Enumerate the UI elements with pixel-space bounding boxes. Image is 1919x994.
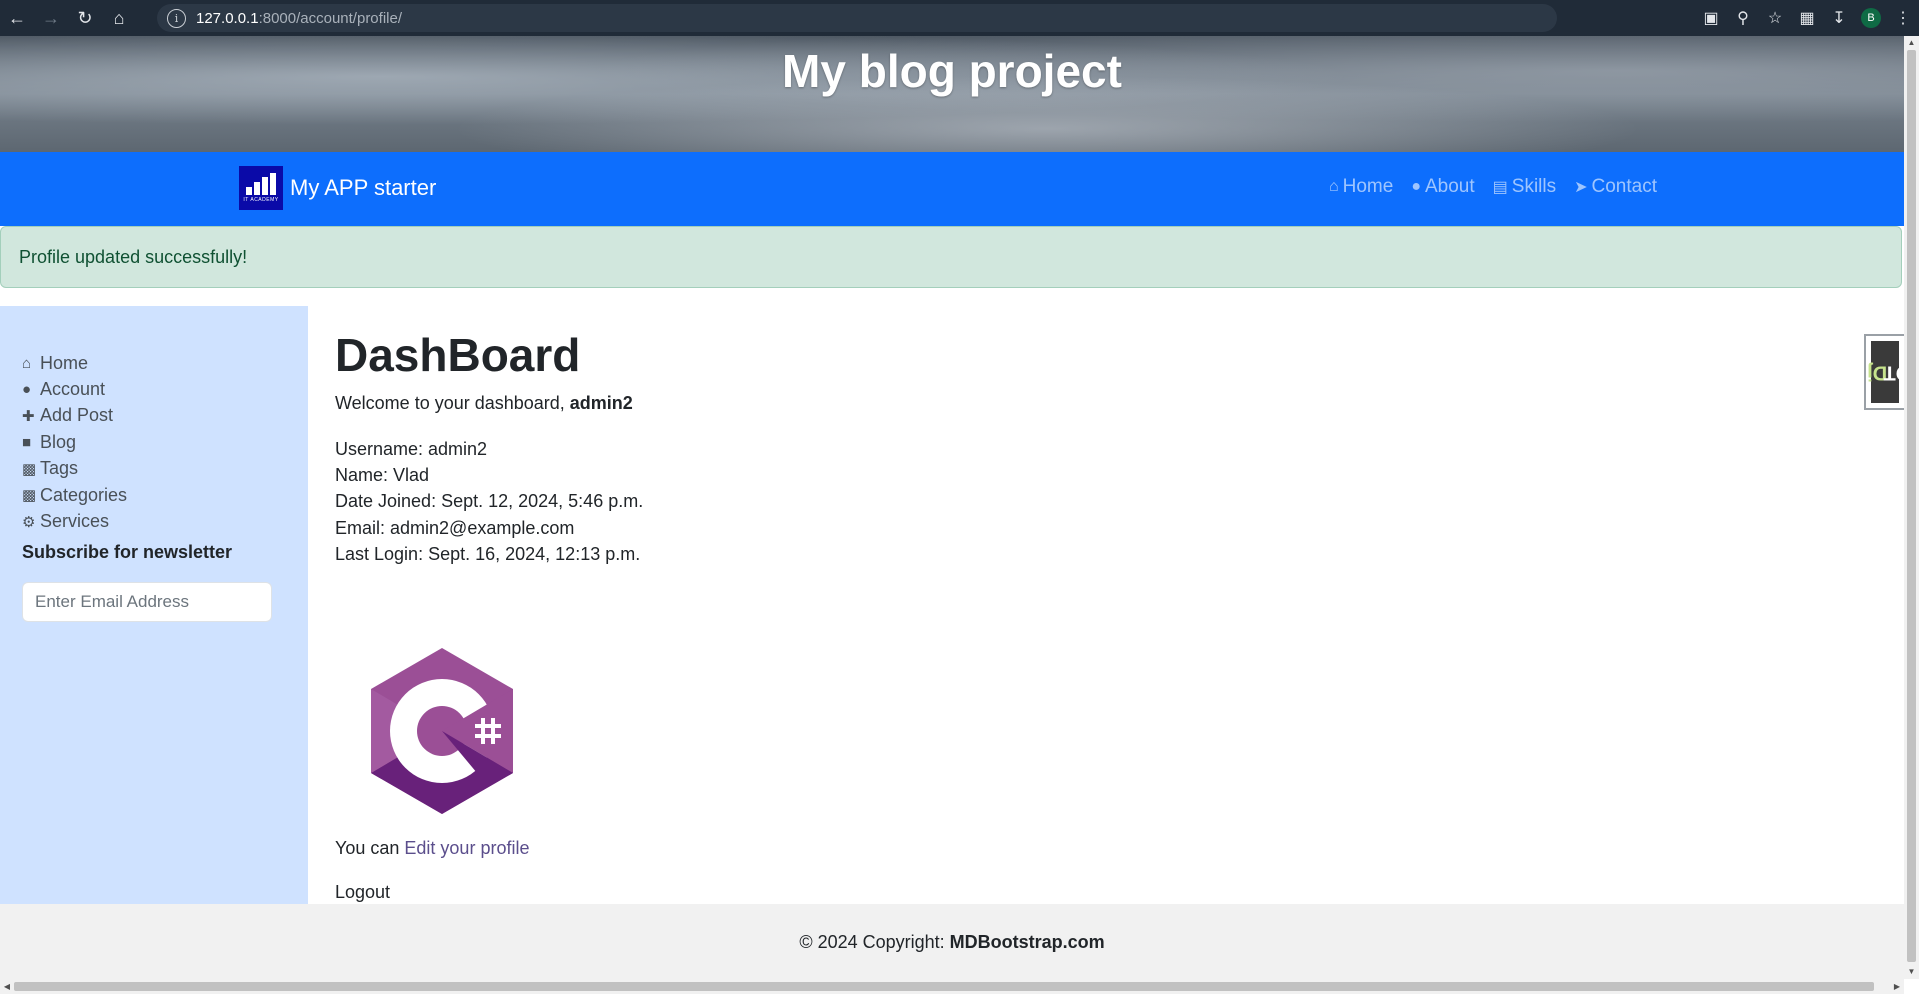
- django-debug-toolbar-handle[interactable]: DjDT: [1864, 334, 1904, 410]
- url-host: 127.0.0.1: [196, 9, 259, 27]
- extensions-icon[interactable]: ▦: [1791, 0, 1823, 36]
- web-page: My blog project IT ACADEMY My APP starte…: [0, 36, 1904, 979]
- scroll-right-arrow-icon[interactable]: ▶: [1890, 979, 1904, 994]
- book-icon: ▤: [1492, 179, 1508, 196]
- info-last-login: Last Login: Sept. 16, 2024, 12:13 p.m.: [335, 543, 641, 564]
- djdt-label-dt: DT: [1883, 361, 1904, 384]
- info-email: Email: admin2@example.com: [335, 517, 575, 538]
- edit-profile-link[interactable]: Edit your profile: [404, 838, 529, 858]
- welcome-username: admin2: [569, 393, 633, 413]
- kebab-menu-icon[interactable]: ⋮: [1887, 0, 1919, 36]
- scroll-left-arrow-icon[interactable]: ◀: [0, 979, 14, 994]
- horizontal-scroll-thumb[interactable]: [14, 982, 1874, 991]
- edit-profile-line: You can Edit your profile: [335, 838, 529, 859]
- sidebar-item-categories[interactable]: ▩ Categories: [22, 482, 127, 508]
- scroll-up-arrow-icon[interactable]: ▲: [1904, 36, 1919, 50]
- info-name: Name: Vlad: [335, 465, 430, 486]
- nav-link-label: Skills: [1511, 176, 1557, 197]
- briefcase-icon: ▩: [22, 487, 37, 505]
- top-navbar: IT ACADEMY My APP starter ⌂ Home ● About…: [0, 152, 1904, 226]
- welcome-prefix: Welcome to your dashboard,: [335, 393, 570, 413]
- address-bar[interactable]: i 127.0.0.1:8000/account/profile/: [157, 4, 1557, 32]
- sidebar: ⌂ Home ● Account ✚ Add Post ■ Blog ▩ Tags ▩ Ca…: [0, 306, 308, 906]
- translate-icon[interactable]: ▣: [1695, 0, 1727, 36]
- sidebar-item-account[interactable]: ● Account: [22, 376, 127, 402]
- profile-avatar[interactable]: B: [1861, 8, 1881, 28]
- home-icon: ⌂: [1328, 178, 1339, 195]
- nav-link-label: Contact: [1591, 176, 1657, 197]
- sidebar-item-services[interactable]: ⚙ Services: [22, 508, 127, 534]
- logout-link[interactable]: Logout: [335, 882, 390, 903]
- info-date-joined: Date Joined: Sept. 12, 2024, 5:46 p.m.: [335, 491, 644, 512]
- alert-message: Profile updated successfully!: [19, 247, 248, 267]
- browser-toolbar: ← → ↻ ⌂ i 127.0.0.1:8000/account/profile…: [0, 0, 1919, 36]
- briefcase-icon: ▩: [22, 460, 37, 478]
- brand-name: My APP starter: [290, 175, 437, 200]
- nav-link-home[interactable]: ⌂ Home: [1329, 176, 1393, 198]
- download-icon[interactable]: ↧: [1823, 0, 1855, 36]
- info-username: Username: admin2: [335, 439, 488, 459]
- copyright-brand[interactable]: MDBootstrap.com: [950, 932, 1105, 952]
- bookmark-star-icon[interactable]: ☆: [1759, 0, 1791, 36]
- nav-link-label: Home: [1342, 176, 1394, 197]
- djdt-logo: DjDT: [1867, 341, 1904, 403]
- hero-banner: My blog project: [0, 36, 1904, 152]
- sidebar-item-blog[interactable]: ■ Blog: [22, 429, 127, 455]
- vertical-scroll-thumb[interactable]: [1907, 50, 1916, 962]
- sidebar-item-label: Home: [40, 352, 89, 373]
- nav-link-about[interactable]: ● About: [1411, 176, 1474, 198]
- logo-caption: IT ACADEMY: [243, 197, 279, 203]
- sidebar-item-label: Categories: [40, 484, 128, 505]
- nav-link-skills[interactable]: ▤ Skills: [1493, 176, 1556, 198]
- sticky-note-icon: ■: [22, 433, 32, 451]
- sidebar-item-tags[interactable]: ▩ Tags: [22, 456, 127, 482]
- page-title: DashBoard: [335, 329, 581, 381]
- nav-links: ⌂ Home ● About ▤ Skills ➤ Contact: [1329, 176, 1657, 198]
- navbar-brand[interactable]: IT ACADEMY My APP starter: [239, 166, 436, 210]
- success-alert: Profile updated successfully!: [0, 226, 1902, 288]
- reload-icon[interactable]: ↻: [68, 0, 102, 36]
- hero-title: My blog project: [782, 45, 1122, 97]
- site-info-icon[interactable]: i: [167, 8, 186, 28]
- copyright-text: © 2024 Copyright: MDBootstrap.com: [0, 932, 1904, 953]
- footer: © 2024 Copyright: MDBootstrap.com: [0, 904, 1904, 979]
- sidebar-item-label: Account: [40, 379, 106, 400]
- brand-logo: IT ACADEMY: [239, 166, 283, 210]
- welcome-text: Welcome to your dashboard, admin2: [335, 393, 633, 414]
- user-icon: ●: [22, 381, 32, 399]
- bar-chart-icon: [246, 173, 276, 195]
- gears-icon: ⚙: [22, 513, 36, 531]
- nav-link-contact[interactable]: ➤ Contact: [1574, 176, 1657, 198]
- paper-plane-icon: ➤: [1574, 179, 1588, 196]
- newsletter-email-input[interactable]: [22, 582, 272, 622]
- zoom-icon[interactable]: ⚲: [1727, 0, 1759, 36]
- edit-prefix: You can: [335, 838, 405, 858]
- sidebar-item-label: Add Post: [40, 405, 114, 426]
- user-icon: ●: [1411, 178, 1421, 195]
- home-icon: ⌂: [22, 354, 32, 372]
- nav-link-label: About: [1424, 176, 1475, 197]
- sidebar-item-add-post[interactable]: ✚ Add Post: [22, 403, 127, 429]
- vertical-scrollbar[interactable]: ▲ ▼: [1904, 36, 1919, 979]
- url-path: :8000/account/profile/: [258, 9, 402, 27]
- sidebar-menu: ⌂ Home ● Account ✚ Add Post ■ Blog ▩ Tags ▩ Ca…: [22, 350, 127, 535]
- newsletter-title: Subscribe for newsletter: [22, 542, 233, 562]
- scroll-down-arrow-icon[interactable]: ▼: [1904, 965, 1919, 979]
- home-icon[interactable]: ⌂: [102, 0, 136, 36]
- back-arrow-icon[interactable]: ←: [0, 0, 34, 36]
- profile-avatar-image: [367, 646, 517, 816]
- sidebar-item-label: Services: [40, 511, 110, 532]
- copyright-prefix: © 2024 Copyright:: [799, 932, 950, 952]
- profile-info: Username: admin2 Name: Vlad Date Joined:…: [335, 436, 643, 567]
- sidebar-item-home[interactable]: ⌂ Home: [22, 350, 127, 376]
- plus-icon: ✚: [22, 407, 35, 425]
- forward-arrow-icon[interactable]: →: [34, 0, 68, 36]
- sidebar-item-label: Blog: [40, 431, 77, 452]
- sidebar-item-label: Tags: [40, 458, 79, 479]
- csharp-logo-icon: [371, 648, 513, 814]
- horizontal-scrollbar[interactable]: ◀ ▶: [0, 979, 1904, 994]
